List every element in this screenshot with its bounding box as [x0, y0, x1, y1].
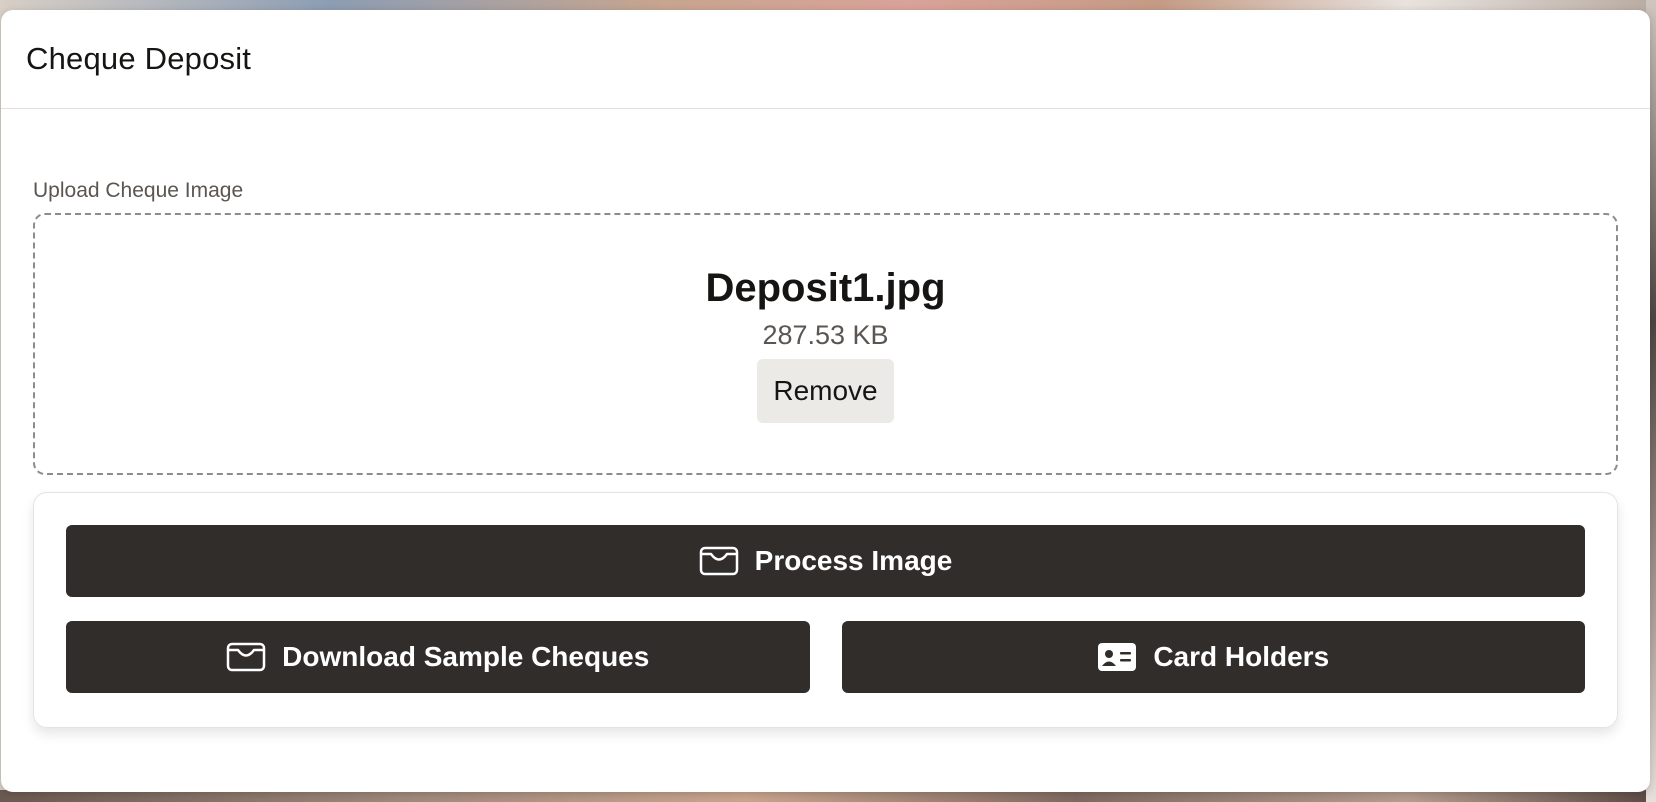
tray-icon [699, 546, 738, 576]
id-card-icon [1098, 643, 1137, 671]
remove-button[interactable]: Remove [757, 359, 894, 423]
file-dropzone[interactable]: Deposit1.jpg 287.53 KB Remove [33, 213, 1618, 475]
tray-icon [226, 642, 266, 672]
download-sample-cheques-label: Download Sample Cheques [282, 641, 650, 672]
process-image-button[interactable]: Process Image [66, 525, 1585, 597]
dialog-header: Cheque Deposit [1, 10, 1650, 109]
file-name: Deposit1.jpg [705, 266, 946, 310]
dialog-title: Cheque Deposit [26, 41, 252, 76]
cheque-deposit-dialog: Cheque Deposit Upload Cheque Image Depos… [1, 10, 1650, 792]
actions-card: Process Image Download Sample Cheques Ca… [33, 492, 1618, 728]
process-image-label: Process Image [754, 545, 953, 576]
upload-field-label: Upload Cheque Image [33, 179, 244, 202]
secondary-actions-row: Download Sample Cheques Card Holders [66, 621, 1585, 693]
card-holders-button[interactable]: Card Holders [841, 621, 1585, 693]
dialog-body: Upload Cheque Image Deposit1.jpg 287.53 … [1, 179, 1650, 728]
file-size: 287.53 KB [762, 320, 889, 350]
card-holders-label: Card Holders [1153, 641, 1330, 672]
download-sample-cheques-button[interactable]: Download Sample Cheques [66, 621, 810, 693]
